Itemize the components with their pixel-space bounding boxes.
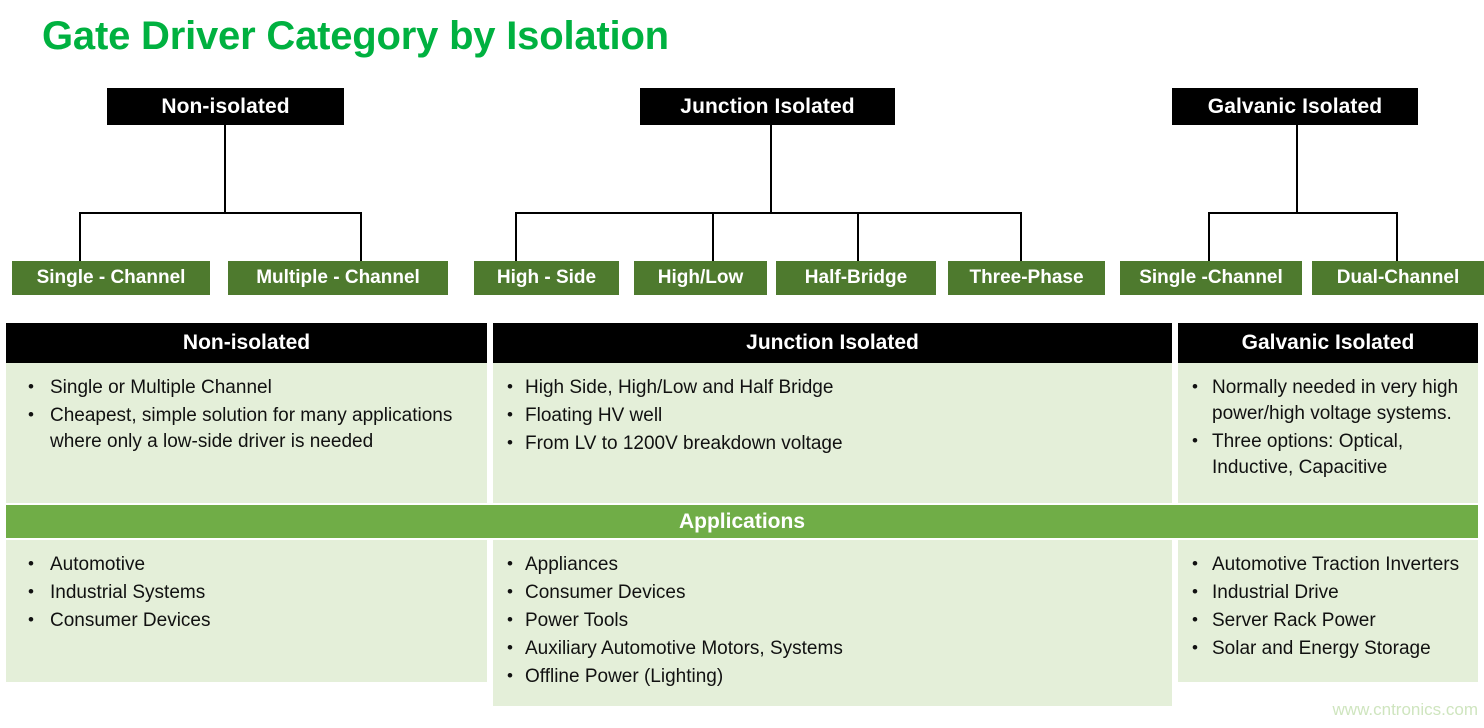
feature-list-non-isolated: Single or Multiple ChannelCheapest, simp… xyxy=(28,374,487,455)
tree-connector-trunk-galvanic-isolated xyxy=(1296,125,1298,213)
leaf-box-high-low: High/Low xyxy=(634,261,767,295)
table-header-cell-galvanic-isolated: Galvanic Isolated xyxy=(1178,323,1478,363)
list-item: Normally needed in very high power/high … xyxy=(1190,374,1478,427)
feature-list-junction-isolated: High Side, High/Low and Half BridgeFloat… xyxy=(507,374,1172,457)
leaf-box-label: Single - Channel xyxy=(36,267,186,288)
tree-connector-trunk-junction-isolated xyxy=(770,125,772,213)
table-header-cell-non-isolated: Non-isolated xyxy=(6,323,487,363)
tree-connector-drop-three-phase xyxy=(1020,212,1022,262)
tree-connector-trunk-non-isolated xyxy=(224,125,226,213)
tree-connector-drop-dual-channel xyxy=(1396,212,1398,262)
list-item: Industrial Systems xyxy=(28,579,468,606)
category-box-junction-isolated: Junction Isolated xyxy=(640,88,895,125)
category-box-galvanic-isolated: Galvanic Isolated xyxy=(1172,88,1418,125)
leaf-box-label: Half-Bridge xyxy=(804,267,908,288)
list-item: Power Tools xyxy=(507,607,1172,634)
list-item: Floating HV well xyxy=(507,402,1172,429)
leaf-box-multiple-channel: Multiple - Channel xyxy=(228,261,448,295)
list-item: Consumer Devices xyxy=(507,579,1172,606)
tree-connector-drop-high-side xyxy=(515,212,517,262)
list-item: Offline Power (Lighting) xyxy=(507,663,1172,690)
application-list-non-isolated: AutomotiveIndustrial SystemsConsumer Dev… xyxy=(28,551,487,634)
list-item: Industrial Drive xyxy=(1190,579,1478,606)
tree-connector-drop-half-bridge xyxy=(857,212,859,262)
diagram-canvas: Gate Driver Category by Isolation Non-is… xyxy=(0,0,1484,728)
tree-connector-drop-single-channel xyxy=(79,212,81,262)
category-box-label: Non-isolated xyxy=(161,94,290,118)
applications-banner: Applications xyxy=(6,505,1478,538)
leaf-box-single-channel: Single - Channel xyxy=(12,261,210,295)
leaf-box-label: High - Side xyxy=(496,267,597,288)
category-box-non-isolated: Non-isolated xyxy=(107,88,344,125)
tree-connector-drop-high-low xyxy=(712,212,714,262)
leaf-box-label: High/Low xyxy=(657,267,744,288)
table-header-label: Non-isolated xyxy=(182,331,311,354)
leaf-box-single-channel-galvanic: Single -Channel xyxy=(1120,261,1302,295)
table-header-cell-junction-isolated: Junction Isolated xyxy=(493,323,1172,363)
leaf-box-half-bridge: Half-Bridge xyxy=(776,261,936,295)
leaf-box-label: Three-Phase xyxy=(969,267,1084,288)
category-box-label: Junction Isolated xyxy=(680,94,855,118)
table-cell-features-non-isolated: Single or Multiple ChannelCheapest, simp… xyxy=(6,363,487,503)
leaf-box-label: Dual-Channel xyxy=(1336,267,1460,288)
table-cell-applications-galvanic-isolated: Automotive Traction InvertersIndustrial … xyxy=(1178,540,1478,706)
list-item: Automotive xyxy=(28,551,468,578)
table-applications-row: AutomotiveIndustrial SystemsConsumer Dev… xyxy=(6,540,1478,706)
list-item: Auxiliary Automotive Motors, Systems xyxy=(507,635,1172,662)
category-box-label: Galvanic Isolated xyxy=(1207,94,1383,118)
tree-connector-bar-non-isolated xyxy=(79,212,362,214)
list-item: Server Rack Power xyxy=(1190,607,1478,634)
list-item: High Side, High/Low and Half Bridge xyxy=(507,374,1172,401)
applications-banner-label: Applications xyxy=(678,509,805,533)
table-cell-applications-non-isolated: AutomotiveIndustrial SystemsConsumer Dev… xyxy=(6,540,487,706)
leaf-box-high-side: High - Side xyxy=(474,261,619,295)
table-header-row: Non-isolated Junction Isolated Galvanic … xyxy=(6,323,1478,363)
leaf-box-label: Multiple - Channel xyxy=(256,267,420,288)
table-cell-applications-junction-isolated: AppliancesConsumer DevicesPower ToolsAux… xyxy=(493,540,1172,706)
list-item: Single or Multiple Channel xyxy=(28,374,468,401)
page-title: Gate Driver Category by Isolation xyxy=(42,14,669,58)
application-list-galvanic-isolated: Automotive Traction InvertersIndustrial … xyxy=(1190,551,1478,662)
leaf-box-dual-channel: Dual-Channel xyxy=(1312,261,1484,295)
table-cell-features-junction-isolated: High Side, High/Low and Half BridgeFloat… xyxy=(493,363,1172,503)
list-item: Appliances xyxy=(507,551,1172,578)
list-item: Cheapest, simple solution for many appli… xyxy=(28,402,468,455)
leaf-box-three-phase: Three-Phase xyxy=(948,261,1105,295)
table-header-label: Galvanic Isolated xyxy=(1241,331,1415,354)
list-item: Solar and Energy Storage xyxy=(1190,635,1478,662)
list-item: From LV to 1200V breakdown voltage xyxy=(507,430,1172,457)
comparison-table: Non-isolated Junction Isolated Galvanic … xyxy=(6,323,1478,706)
list-item: Consumer Devices xyxy=(28,607,468,634)
list-item: Automotive Traction Inverters xyxy=(1190,551,1478,578)
leaf-box-label: Single -Channel xyxy=(1139,267,1283,288)
tree-connector-drop-single-channel-galvanic xyxy=(1208,212,1210,262)
watermark: www.cntronics.com xyxy=(1332,700,1478,719)
list-item: Three options: Optical, Inductive, Capac… xyxy=(1190,428,1478,481)
tree-connector-drop-multiple-channel xyxy=(360,212,362,262)
table-cell-features-galvanic-isolated: Normally needed in very high power/high … xyxy=(1178,363,1478,503)
table-header-label: Junction Isolated xyxy=(746,331,919,354)
tree-connector-bar-junction-isolated xyxy=(515,212,1022,214)
table-features-row: Single or Multiple ChannelCheapest, simp… xyxy=(6,363,1478,503)
feature-list-galvanic-isolated: Normally needed in very high power/high … xyxy=(1190,374,1478,481)
tree-connector-bar-galvanic-isolated xyxy=(1208,212,1398,214)
application-list-junction-isolated: AppliancesConsumer DevicesPower ToolsAux… xyxy=(507,551,1172,690)
